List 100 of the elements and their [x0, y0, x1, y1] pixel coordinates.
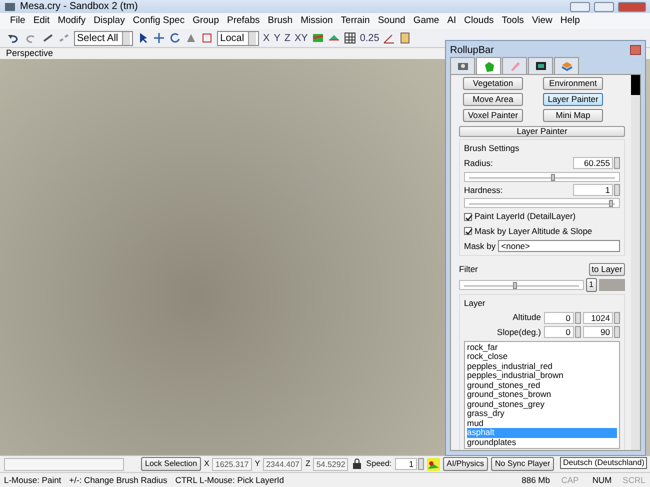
- field-label: Slope(deg.): [497, 326, 541, 339]
- coordinate-dropdown[interactable]: Local: [217, 30, 260, 46]
- coordinate-field[interactable]: 2344.407: [263, 458, 302, 470]
- number-field[interactable]: 60.255: [573, 157, 613, 170]
- color-swatch[interactable]: [599, 278, 625, 290]
- menu-item[interactable]: Tools: [502, 14, 524, 28]
- menu-item[interactable]: Sound: [378, 14, 406, 28]
- spin-button[interactable]: [614, 157, 620, 170]
- menu-item[interactable]: Edit: [33, 14, 50, 28]
- close-button[interactable]: [618, 2, 646, 12]
- axis-lock-button[interactable]: X: [263, 30, 270, 46]
- layer-item[interactable]: pepples_industrial_brown: [467, 371, 617, 381]
- minimize-button[interactable]: [570, 2, 590, 12]
- speed-label: Speed:: [366, 458, 392, 470]
- window-title: Mesa.cry - Sandbox 2 (tm): [20, 0, 139, 14]
- number-field[interactable]: 0: [544, 312, 574, 324]
- tool-button[interactable]: Mini Map: [543, 109, 603, 122]
- number-field[interactable]: 90: [583, 326, 613, 338]
- checkbox[interactable]: [464, 227, 472, 236]
- lock-icon[interactable]: [351, 458, 364, 470]
- menu-item[interactable]: Brush: [268, 14, 293, 28]
- menu-item[interactable]: Clouds: [464, 14, 494, 28]
- menu-item[interactable]: Game: [413, 14, 440, 28]
- index-button[interactable]: 1: [586, 278, 596, 292]
- menu-item[interactable]: Display: [94, 14, 125, 28]
- undo-icon[interactable]: [6, 32, 20, 44]
- lock-selection-button[interactable]: Lock Selection: [141, 457, 202, 471]
- grid-icon[interactable]: [344, 32, 356, 44]
- tool-button[interactable]: Environment: [543, 77, 603, 90]
- spin-button[interactable]: [574, 312, 580, 324]
- slider-thumb[interactable]: [609, 200, 613, 208]
- menu-item[interactable]: Terrain: [340, 14, 370, 28]
- key-indicator: SCRL: [622, 474, 646, 486]
- menu-item[interactable]: Help: [560, 14, 580, 28]
- number-field[interactable]: 1: [573, 184, 613, 196]
- layer-item[interactable]: rock_close: [467, 352, 617, 362]
- move-icon[interactable]: [153, 32, 166, 44]
- angle-snap-icon[interactable]: [383, 32, 396, 44]
- coordinate-field[interactable]: 54.5292: [313, 458, 348, 470]
- coordinate-label: Y: [254, 458, 260, 470]
- menu-item[interactable]: View: [532, 14, 552, 28]
- layer-item[interactable]: grass_dry: [467, 409, 617, 419]
- section-header[interactable]: Layer Painter: [459, 126, 625, 137]
- checkbox[interactable]: [464, 212, 472, 221]
- terrain-snap-icon[interactable]: [312, 32, 324, 44]
- tool-button[interactable]: Move Area: [463, 93, 523, 106]
- maximize-button[interactable]: [594, 2, 614, 12]
- menu-item[interactable]: File: [10, 14, 26, 28]
- spin-button[interactable]: [574, 326, 580, 338]
- menu-item[interactable]: Config Spec: [132, 14, 185, 28]
- coordinate-field[interactable]: 1625.317: [212, 458, 252, 470]
- menu-item[interactable]: Prefabs: [227, 14, 260, 28]
- close-button[interactable]: [630, 45, 641, 55]
- spin-button[interactable]: [614, 184, 620, 196]
- number-field[interactable]: 0: [544, 326, 574, 338]
- slider-thumb[interactable]: [551, 174, 556, 180]
- key-indicator: CAP: [560, 474, 580, 486]
- menu-item[interactable]: Mission: [300, 14, 333, 28]
- layer-item[interactable]: rock_far: [467, 342, 617, 352]
- scrollbar[interactable]: [631, 75, 640, 450]
- number-field[interactable]: 1024: [583, 312, 613, 324]
- field-label: Filter: [459, 262, 478, 276]
- terrain-icon[interactable]: [426, 458, 440, 470]
- tool-button[interactable]: Vegetation: [463, 77, 523, 90]
- rotate-icon[interactable]: [169, 32, 182, 44]
- memory-usage: 886 Mb: [522, 474, 550, 486]
- spin-button[interactable]: [614, 312, 620, 324]
- layer-item[interactable]: ground_stones_red: [467, 380, 617, 390]
- select-object-icon[interactable]: [201, 32, 214, 44]
- field-label: Mask by: [464, 240, 496, 252]
- axis-lock-button[interactable]: XY: [294, 30, 308, 46]
- checkbox-label: Mask by Layer Altitude & Slope: [474, 225, 592, 238]
- slider-thumb[interactable]: [512, 282, 517, 288]
- menu-item[interactable]: Group: [192, 14, 219, 28]
- toolbar-button[interactable]: AI/Physics: [442, 457, 488, 471]
- tool-button[interactable]: Layer Painter: [543, 93, 603, 106]
- panel-tab[interactable]: [528, 57, 553, 74]
- layer-item[interactable]: groundplates: [467, 438, 617, 448]
- pointer-icon[interactable]: [137, 32, 150, 44]
- selection-dropdown[interactable]: Select All: [74, 30, 134, 46]
- axis-lock-button[interactable]: Y: [274, 30, 280, 46]
- spin-button[interactable]: [614, 326, 620, 338]
- toolbar-button[interactable]: No Sync Player: [490, 457, 554, 471]
- spin-button[interactable]: [418, 458, 424, 470]
- tool-button[interactable]: Voxel Painter: [463, 109, 523, 122]
- scale-icon[interactable]: [185, 32, 198, 44]
- status-hint: L-Mouse: Paint: [4, 474, 62, 486]
- layer-item[interactable]: mud: [467, 418, 617, 428]
- grid-size-dropdown[interactable]: 0.25: [360, 30, 380, 46]
- field-label: Altitude: [512, 311, 541, 324]
- notebook-icon[interactable]: [399, 32, 412, 44]
- to-layer-button[interactable]: to Layer: [589, 262, 625, 276]
- mask-dropdown[interactable]: <none>: [498, 240, 620, 252]
- layer-item[interactable]: pepples_industrial_red: [467, 362, 617, 372]
- speed-field[interactable]: 1: [394, 458, 417, 470]
- layer-item[interactable]: ground_stones_brown: [467, 390, 617, 400]
- menu-item[interactable]: AI: [447, 14, 456, 28]
- menu-item[interactable]: Modify: [58, 14, 86, 28]
- axis-lock-button[interactable]: Z: [284, 30, 290, 46]
- layer-item[interactable]: ground_stones_grey: [467, 400, 617, 410]
